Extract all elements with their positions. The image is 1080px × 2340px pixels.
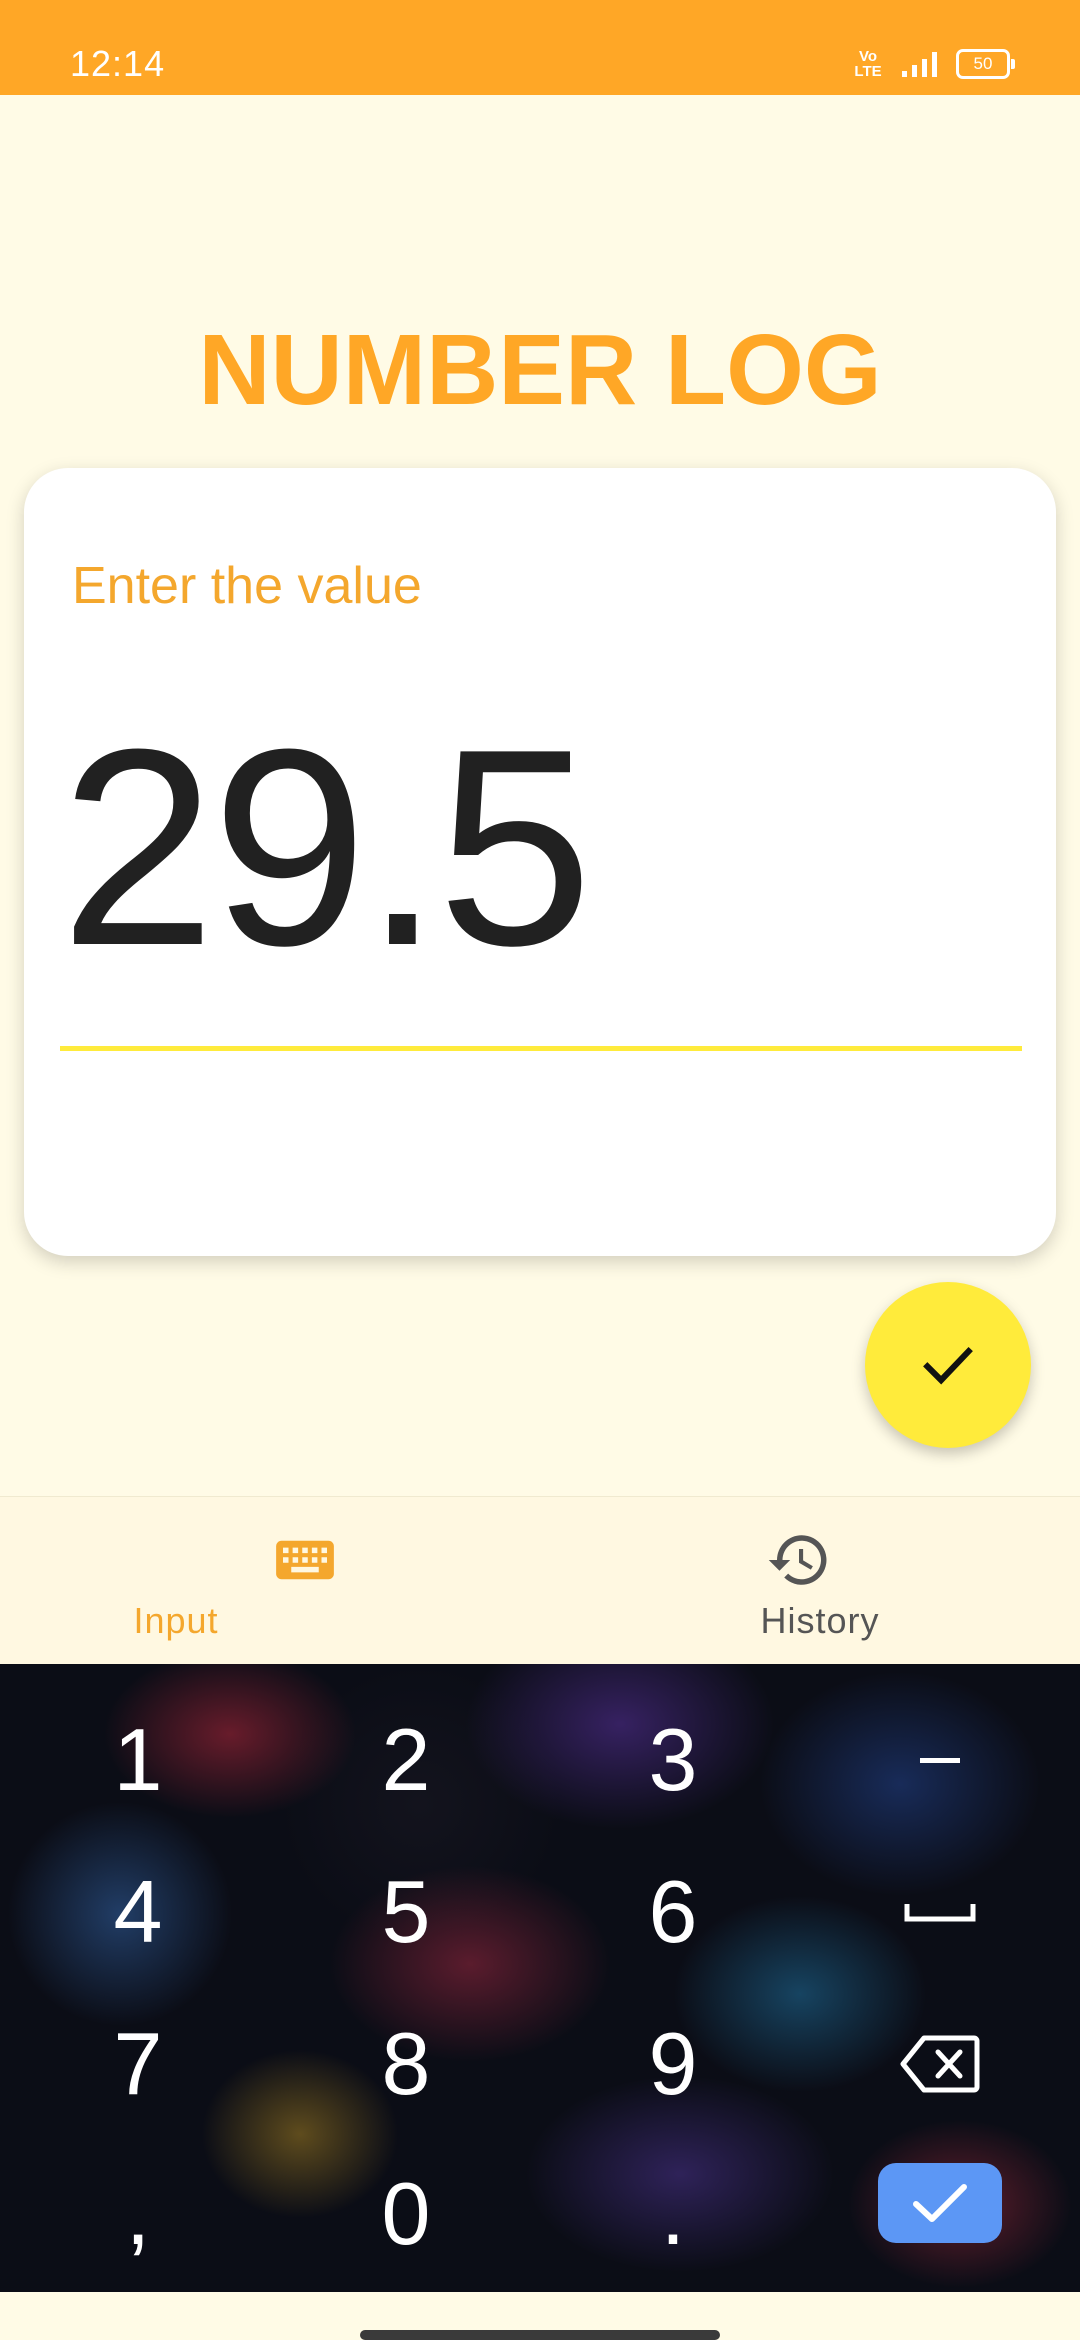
key-4[interactable]: 4 bbox=[38, 1862, 238, 1962]
page-title: NUMBER LOG bbox=[198, 314, 882, 426]
key-comma[interactable]: , bbox=[38, 2164, 238, 2264]
value-input[interactable]: 29.5 bbox=[60, 708, 593, 988]
bottom-navigation: Input History bbox=[0, 1496, 1080, 1665]
key-backspace[interactable] bbox=[870, 2014, 1010, 2114]
key-9[interactable]: 9 bbox=[573, 2014, 773, 2114]
key-period[interactable]: . bbox=[573, 2164, 773, 2264]
status-icons: Vo LTE 50 bbox=[850, 44, 1015, 84]
home-indicator[interactable] bbox=[360, 2330, 720, 2340]
value-field-label: Enter the value bbox=[72, 557, 422, 615]
key-0[interactable]: 0 bbox=[306, 2164, 506, 2264]
key-1[interactable]: 1 bbox=[38, 1710, 238, 1810]
key-7[interactable]: 7 bbox=[38, 2014, 238, 2114]
battery-icon: 50 bbox=[956, 49, 1015, 79]
check-icon bbox=[923, 1346, 973, 1385]
status-time: 12:14 bbox=[70, 43, 166, 84]
key-2[interactable]: 2 bbox=[306, 1710, 506, 1810]
space-icon bbox=[904, 1904, 976, 1922]
volte-icon: Vo LTE bbox=[854, 48, 882, 80]
nav-item-history[interactable]: History bbox=[522, 1497, 1062, 1665]
key-enter[interactable] bbox=[878, 2163, 1002, 2243]
nav-label-input: Input bbox=[133, 1600, 219, 1641]
backspace-icon bbox=[900, 2035, 980, 2093]
confirm-fab-button[interactable] bbox=[865, 1282, 1031, 1448]
key-5[interactable]: 5 bbox=[306, 1862, 506, 1962]
status-bar: 12:14 Vo LTE 50 bbox=[0, 0, 1080, 95]
value-field-underline bbox=[60, 1046, 1022, 1051]
signal-icon bbox=[902, 52, 937, 77]
key-minus[interactable] bbox=[870, 1710, 1010, 1810]
value-input-card: Enter the value 29.5 bbox=[24, 468, 1056, 1256]
nav-label-history: History bbox=[760, 1600, 880, 1641]
minus-icon bbox=[920, 1758, 960, 1763]
keyboard-icon bbox=[276, 1540, 334, 1580]
key-6[interactable]: 6 bbox=[573, 1862, 773, 1962]
nav-item-input[interactable]: Input bbox=[16, 1497, 556, 1665]
key-3[interactable]: 3 bbox=[573, 1710, 773, 1810]
history-icon bbox=[768, 1535, 827, 1585]
numeric-keyboard: 1 2 3 4 5 6 7 8 9 , 0 . bbox=[0, 1664, 1080, 2292]
check-icon bbox=[913, 2184, 967, 2222]
key-space[interactable] bbox=[870, 1862, 1010, 1962]
key-8[interactable]: 8 bbox=[306, 2014, 506, 2114]
